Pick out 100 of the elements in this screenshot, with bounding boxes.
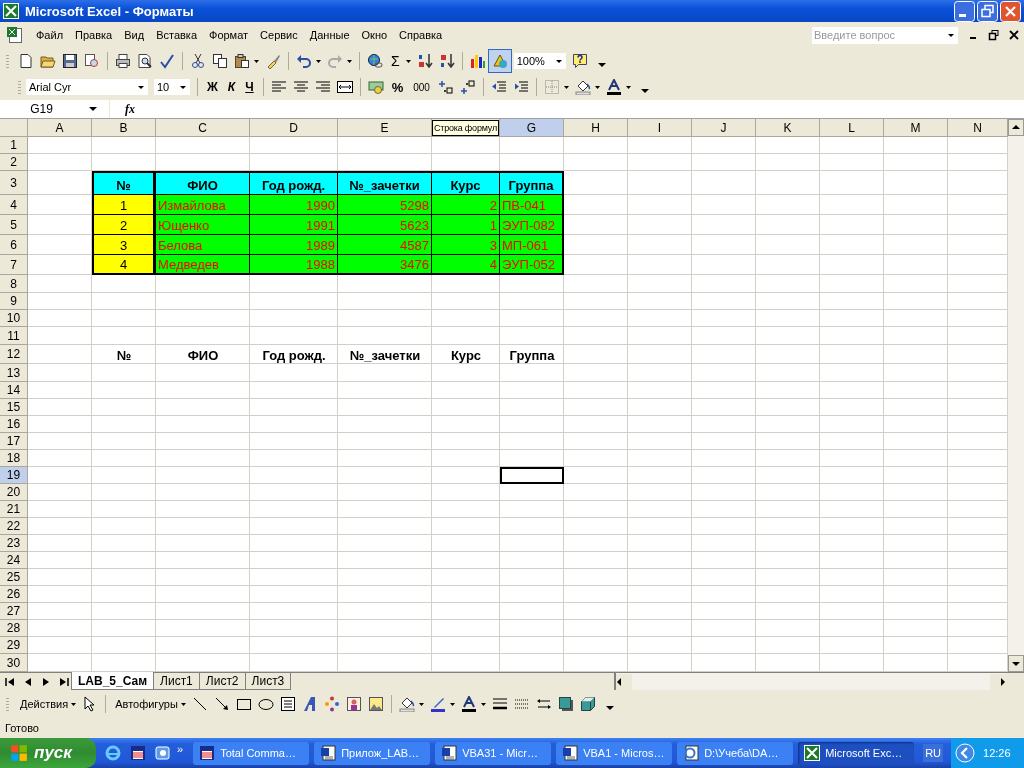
- last-sheet-icon[interactable]: [57, 675, 71, 689]
- sheet-tab[interactable]: Лист2: [198, 673, 246, 690]
- row-header[interactable]: 29: [0, 637, 28, 654]
- italic-button[interactable]: К: [222, 78, 241, 96]
- dropdown-arrow[interactable]: [89, 105, 97, 113]
- row-header[interactable]: 25: [0, 569, 28, 586]
- row-header[interactable]: 15: [0, 399, 28, 416]
- restore-button[interactable]: [977, 0, 998, 22]
- menu-item[interactable]: Вставка: [150, 27, 203, 43]
- taskbar-button[interactable]: VBA1 - Micros…: [556, 741, 673, 765]
- font-size-dropdown[interactable]: 10: [153, 78, 191, 96]
- close-icon[interactable]: [1008, 29, 1020, 41]
- column-header[interactable]: A: [28, 119, 92, 137]
- actions-menu-button[interactable]: Действия: [15, 696, 71, 712]
- row-header[interactable]: 4: [0, 195, 28, 215]
- taskbar-button[interactable]: D:\Учеба\DA…: [677, 741, 794, 765]
- menu-item[interactable]: Сервис: [254, 27, 304, 43]
- menu-item[interactable]: Вид: [118, 27, 151, 43]
- start-button[interactable]: пуск: [0, 738, 96, 768]
- column-header[interactable]: G: [500, 119, 564, 137]
- column-header[interactable]: I: [628, 119, 692, 137]
- help-search-field[interactable]: Введите вопрос: [812, 26, 944, 44]
- menu-item[interactable]: Окно: [355, 27, 394, 43]
- mail-client-icon[interactable]: [155, 745, 171, 761]
- first-sheet-icon[interactable]: [3, 675, 17, 689]
- restore-icon[interactable]: [988, 29, 1000, 41]
- drawing-tools-icon[interactable]: [488, 50, 511, 72]
- more-quick-launch-button[interactable]: »: [177, 743, 184, 755]
- active-cell[interactable]: [500, 467, 564, 484]
- row-header[interactable]: 24: [0, 552, 28, 569]
- row-header[interactable]: 26: [0, 586, 28, 603]
- scroll-up-button[interactable]: [1008, 119, 1024, 136]
- row-header[interactable]: 8: [0, 275, 28, 293]
- autosum-button[interactable]: Σ: [386, 51, 405, 71]
- column-header[interactable]: L: [820, 119, 884, 137]
- menu-item[interactable]: Справка: [393, 27, 449, 43]
- scroll-down-button[interactable]: [1008, 655, 1024, 672]
- menu-item[interactable]: Данные: [303, 27, 356, 43]
- percent-button[interactable]: %: [386, 77, 409, 97]
- row-header[interactable]: 21: [0, 501, 28, 518]
- vertical-scrollbar[interactable]: [1008, 119, 1024, 672]
- row-header[interactable]: 16: [0, 416, 28, 433]
- zoom-dropdown[interactable]: 100%: [512, 52, 567, 70]
- row-header[interactable]: 22: [0, 518, 28, 535]
- row-header[interactable]: 13: [0, 364, 28, 382]
- show-hidden-icons-icon[interactable]: [955, 743, 975, 763]
- row-header[interactable]: 1: [0, 137, 28, 154]
- dropdown-arrow[interactable]: [137, 83, 145, 91]
- row-header[interactable]: 10: [0, 310, 28, 327]
- row-header[interactable]: 2: [0, 154, 28, 171]
- column-header[interactable]: C: [156, 119, 250, 137]
- row-header[interactable]: 18: [0, 450, 28, 467]
- row-header[interactable]: 3: [0, 171, 28, 195]
- row-header[interactable]: 12: [0, 345, 28, 364]
- workbook-icon[interactable]: [6, 26, 24, 44]
- menu-item[interactable]: Правка: [69, 27, 119, 43]
- dropdown-arrow[interactable]: [179, 83, 187, 91]
- row-header[interactable]: 7: [0, 255, 28, 275]
- row-header[interactable]: 20: [0, 484, 28, 501]
- row-header[interactable]: 9: [0, 293, 28, 310]
- taskbar-button[interactable]: Total Comma…: [193, 741, 310, 765]
- row-header[interactable]: 27: [0, 603, 28, 620]
- column-header[interactable]: D: [250, 119, 338, 137]
- row-header[interactable]: 17: [0, 433, 28, 450]
- column-header[interactable]: K: [756, 119, 820, 137]
- column-header[interactable]: E: [338, 119, 432, 137]
- menu-item[interactable]: Файл: [30, 27, 70, 43]
- row-header[interactable]: 28: [0, 620, 28, 637]
- taskbar-button[interactable]: Microsoft Exc…: [798, 741, 915, 765]
- row-header[interactable]: 23: [0, 535, 28, 552]
- column-header[interactable]: M: [884, 119, 948, 137]
- bold-button[interactable]: Ж: [202, 78, 223, 96]
- sheet-tab[interactable]: Лист3: [244, 673, 292, 690]
- column-header[interactable]: N: [948, 119, 1008, 137]
- column-header[interactable]: B: [92, 119, 156, 137]
- row-header[interactable]: 11: [0, 327, 28, 345]
- taskbar-button[interactable]: VBA31 - Micr…: [435, 741, 552, 765]
- row-header[interactable]: 5: [0, 215, 28, 235]
- sheet-tab[interactable]: LAB_5_Сам: [71, 672, 155, 690]
- row-header[interactable]: 14: [0, 382, 28, 399]
- autoshapes-menu-button[interactable]: Автофигуры: [110, 696, 180, 712]
- column-header[interactable]: J: [692, 119, 756, 137]
- minimize-button[interactable]: [954, 0, 975, 22]
- close-button[interactable]: [1000, 0, 1021, 22]
- row-header[interactable]: 30: [0, 654, 28, 672]
- menu-item[interactable]: Формат: [203, 27, 255, 43]
- thousands-separator-button[interactable]: 000: [408, 79, 435, 95]
- taskbar-button[interactable]: Прилож_LAB…: [314, 741, 431, 765]
- horizontal-scrollbar[interactable]: [614, 673, 1006, 690]
- row-header[interactable]: 6: [0, 235, 28, 255]
- font-dropdown[interactable]: Arial Cyr: [25, 78, 149, 96]
- dropdown-arrow[interactable]: [554, 57, 563, 65]
- browser-icon[interactable]: [105, 745, 121, 761]
- insert-function-button[interactable]: fx: [110, 101, 150, 117]
- column-header[interactable]: H: [564, 119, 628, 137]
- scroll-left-button[interactable]: [616, 673, 632, 690]
- language-indicator[interactable]: RU: [923, 744, 943, 762]
- sheet-tab[interactable]: Лист1: [153, 673, 200, 690]
- row-header[interactable]: 19: [0, 467, 28, 484]
- underline-button[interactable]: Ч: [240, 78, 259, 96]
